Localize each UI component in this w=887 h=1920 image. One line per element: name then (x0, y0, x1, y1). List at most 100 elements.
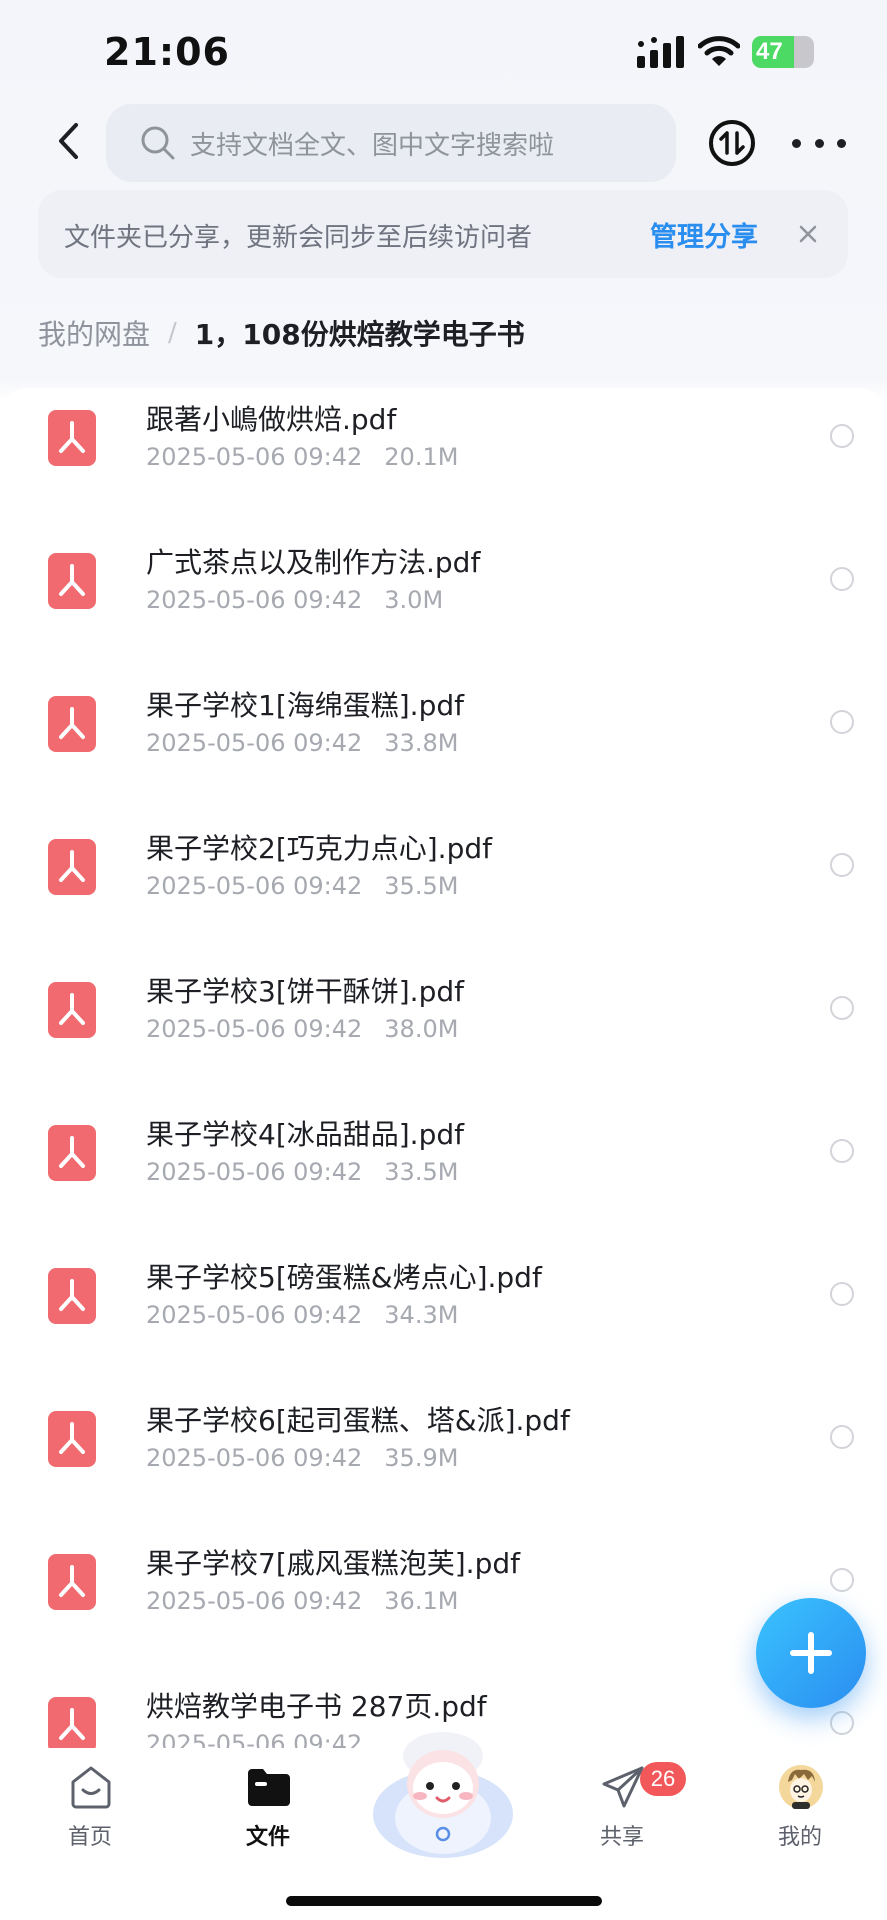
file-meta: 2025-05-06 09:42 38.0M (146, 1015, 458, 1043)
file-name: 果子学校1[海绵蛋糕].pdf (146, 689, 464, 722)
file-date: 2025-05-06 09:42 (146, 443, 363, 471)
file-row[interactable]: 跟著小嶋做烘焙.pdf 2025-05-06 09:42 20.1M (0, 388, 887, 531)
file-name: 果子学校4[冰品甜品].pdf (146, 1118, 464, 1151)
search-placeholder: 支持文档全文、图中文字搜索啦 (190, 130, 555, 161)
select-checkbox[interactable] (830, 996, 854, 1020)
pdf-icon (48, 1411, 96, 1467)
file-name: 果子学校3[饼干酥饼].pdf (146, 975, 464, 1008)
file-meta: 2025-05-06 09:42 20.1M (146, 443, 458, 471)
file-date: 2025-05-06 09:42 (146, 1730, 363, 1748)
file-date: 2025-05-06 09:42 (146, 1158, 363, 1186)
file-name: 果子学校7[戚风蛋糕泡芙].pdf (146, 1547, 520, 1580)
bottom-tab-bar: 首页 文件 共享 26 我的 (0, 1732, 887, 1920)
file-size: 34.3M (384, 1301, 459, 1329)
cellular-signal-icon (637, 36, 684, 68)
pdf-icon (48, 1554, 96, 1610)
battery-indicator: 47 (752, 36, 814, 68)
file-row[interactable]: 果子学校2[巧克力点心].pdf 2025-05-06 09:42 35.5M (0, 817, 887, 960)
file-row[interactable]: 果子学校4[冰品甜品].pdf 2025-05-06 09:42 33.5M (0, 1103, 887, 1246)
tab-files[interactable]: 文件 (208, 1764, 328, 1854)
file-name: 跟著小嶋做烘焙.pdf (146, 403, 397, 436)
file-meta: 2025-05-06 09:42 35.9M (146, 1444, 458, 1472)
file-meta: 2025-05-06 09:42 3.0M (146, 586, 443, 614)
pdf-icon (48, 1125, 96, 1181)
file-date: 2025-05-06 09:42 (146, 1015, 363, 1043)
select-checkbox[interactable] (830, 1282, 854, 1306)
pdf-icon (48, 410, 96, 466)
file-meta: 2025-05-06 09:42 33.8M (146, 729, 458, 757)
file-meta: 2025-05-06 09:42 36.1M (146, 1587, 458, 1615)
file-meta: 2025-05-06 09:42 (146, 1730, 384, 1748)
file-size: 20.1M (384, 443, 459, 471)
select-checkbox[interactable] (830, 567, 854, 591)
file-name: 果子学校2[巧克力点心].pdf (146, 832, 492, 865)
back-button[interactable] (46, 112, 90, 170)
select-checkbox[interactable] (830, 853, 854, 877)
breadcrumb: 我的网盘 / 1，108份烘焙教学电子书 (38, 313, 525, 353)
search-icon (141, 126, 175, 160)
select-checkbox[interactable] (830, 1568, 854, 1592)
breadcrumb-current-folder: 1，108份烘焙教学电子书 (194, 318, 525, 351)
file-name: 广式茶点以及制作方法.pdf (146, 546, 481, 579)
add-button[interactable] (756, 1598, 866, 1708)
file-row[interactable]: 广式茶点以及制作方法.pdf 2025-05-06 09:42 3.0M (0, 531, 887, 674)
file-size: 33.5M (384, 1158, 459, 1186)
breadcrumb-separator: / (168, 318, 177, 348)
breadcrumb-root[interactable]: 我的网盘 (38, 313, 150, 353)
file-meta: 2025-05-06 09:42 34.3M (146, 1301, 458, 1329)
close-icon[interactable] (790, 216, 826, 252)
paper-plane-icon (602, 1766, 644, 1808)
share-unread-badge: 26 (640, 1762, 686, 1796)
file-row[interactable]: 果子学校7[戚风蛋糕泡芙].pdf 2025-05-06 09:42 36.1M (0, 1532, 887, 1675)
share-notice-banner: 文件夹已分享，更新会同步至后续访问者 管理分享 (38, 190, 848, 278)
select-checkbox[interactable] (830, 710, 854, 734)
select-checkbox[interactable] (830, 1425, 854, 1449)
pdf-icon (48, 1268, 96, 1324)
share-notice-text: 文件夹已分享，更新会同步至后续访问者 (64, 223, 533, 253)
file-row[interactable]: 果子学校5[磅蛋糕&烤点心].pdf 2025-05-06 09:42 34.3M (0, 1246, 887, 1389)
file-size: 36.1M (384, 1587, 459, 1615)
tab-mine[interactable]: 我的 (740, 1764, 860, 1854)
file-size: 38.0M (384, 1015, 459, 1043)
file-size: 35.9M (384, 1444, 459, 1472)
file-name: 果子学校6[起司蛋糕、塔&派].pdf (146, 1404, 570, 1437)
file-row[interactable]: 果子学校3[饼干酥饼].pdf 2025-05-06 09:42 38.0M (0, 960, 887, 1103)
pdf-icon (48, 553, 96, 609)
tab-home[interactable]: 首页 (30, 1764, 150, 1854)
manage-share-link[interactable]: 管理分享 (650, 215, 758, 254)
file-meta: 2025-05-06 09:42 33.5M (146, 1158, 458, 1186)
transfer-icon[interactable] (708, 119, 756, 167)
file-size: 33.8M (384, 729, 459, 757)
ai-assistant-mascot-icon[interactable] (370, 1722, 516, 1862)
tab-files-label: 文件 (245, 1825, 290, 1850)
select-checkbox[interactable] (830, 1139, 854, 1163)
battery-level: 47 (756, 38, 783, 65)
file-row[interactable]: 果子学校1[海绵蛋糕].pdf 2025-05-06 09:42 33.8M (0, 674, 887, 817)
pdf-icon (48, 982, 96, 1038)
file-meta: 2025-05-06 09:42 35.5M (146, 872, 458, 900)
file-size: 35.5M (384, 872, 459, 900)
wifi-icon (698, 36, 740, 66)
file-size: 3.0M (384, 586, 444, 614)
pdf-icon (48, 839, 96, 895)
search-input[interactable]: 支持文档全文、图中文字搜索啦 (106, 104, 676, 182)
tab-mine-label: 我的 (777, 1825, 822, 1850)
pdf-icon (48, 1697, 96, 1748)
home-icon (71, 1766, 111, 1809)
file-date: 2025-05-06 09:42 (146, 586, 363, 614)
file-name: 烘焙教学电子书 287页.pdf (146, 1690, 487, 1723)
select-checkbox[interactable] (830, 424, 854, 448)
file-date: 2025-05-06 09:42 (146, 1587, 363, 1615)
pdf-icon (48, 696, 96, 752)
file-date: 2025-05-06 09:42 (146, 1301, 363, 1329)
select-checkbox[interactable] (830, 1711, 854, 1735)
more-icon[interactable] (792, 122, 846, 164)
tab-home-label: 首页 (67, 1825, 112, 1850)
file-name: 果子学校5[磅蛋糕&烤点心].pdf (146, 1261, 542, 1294)
back-icon (59, 123, 78, 159)
file-list: 跟著小嶋做烘焙.pdf 2025-05-06 09:42 20.1M 广式茶点以及… (0, 388, 887, 1748)
tab-share-label: 共享 (599, 1825, 644, 1850)
file-row[interactable]: 果子学校6[起司蛋糕、塔&派].pdf 2025-05-06 09:42 35.9… (0, 1389, 887, 1532)
file-date: 2025-05-06 09:42 (146, 729, 363, 757)
file-date: 2025-05-06 09:42 (146, 1444, 363, 1472)
